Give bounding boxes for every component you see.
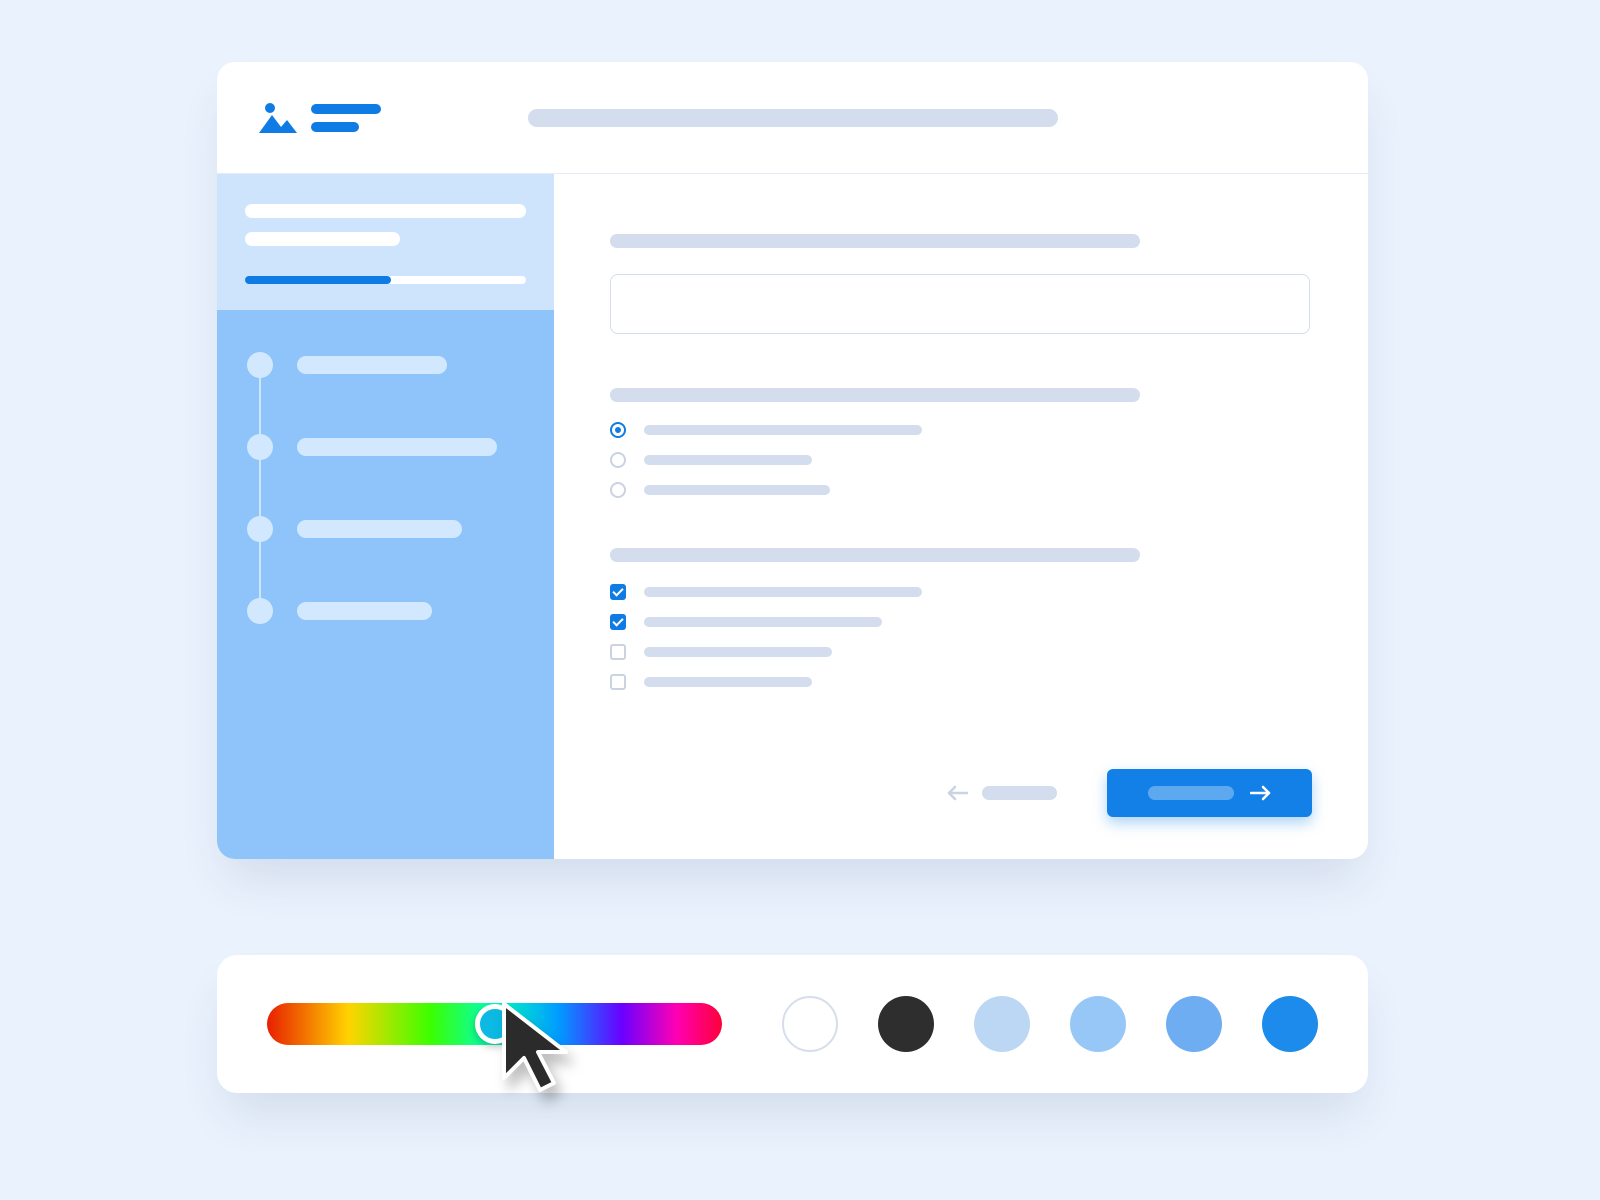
option-label-placeholder [644, 485, 830, 495]
wizard-sidebar [217, 174, 554, 859]
color-swatches [782, 996, 1318, 1052]
color-swatch[interactable] [1070, 996, 1126, 1052]
app-logo[interactable] [257, 101, 381, 135]
step-dot [247, 434, 273, 460]
step-dot [247, 598, 273, 624]
field-label-placeholder [610, 234, 1140, 248]
radio-option[interactable] [610, 482, 1312, 498]
option-label-placeholder [644, 455, 812, 465]
step-label-placeholder [297, 356, 447, 374]
checkbox-option[interactable] [610, 614, 1312, 630]
sidebar-title-placeholder [245, 204, 526, 218]
option-label-placeholder [644, 425, 922, 435]
color-swatch[interactable] [974, 996, 1030, 1052]
option-label-placeholder [644, 587, 922, 597]
checkbox-indicator [610, 674, 626, 690]
progress-bar [245, 276, 526, 284]
color-swatch[interactable] [878, 996, 934, 1052]
step-label-placeholder [297, 520, 462, 538]
radio-indicator [610, 452, 626, 468]
app-header [217, 62, 1368, 174]
color-swatch[interactable] [1262, 996, 1318, 1052]
arrow-left-icon [946, 784, 968, 802]
color-picker-panel [217, 955, 1368, 1093]
wizard-step[interactable] [247, 434, 524, 460]
step-label-placeholder [297, 438, 497, 456]
sidebar-subtitle-placeholder [245, 232, 400, 246]
sidebar-header [217, 174, 554, 310]
field-label-placeholder [610, 388, 1140, 402]
checkbox-indicator [610, 644, 626, 660]
color-swatch[interactable] [1166, 996, 1222, 1052]
checkbox-indicator [610, 584, 626, 600]
image-icon [257, 101, 297, 135]
next-button[interactable] [1107, 769, 1312, 817]
search-input[interactable] [528, 109, 1058, 127]
app-title-placeholder [311, 104, 381, 132]
hue-slider-handle[interactable] [475, 1004, 515, 1044]
step-label-placeholder [297, 602, 432, 620]
radio-option[interactable] [610, 452, 1312, 468]
radio-indicator [610, 482, 626, 498]
field-label-placeholder [610, 548, 1140, 562]
checkbox-option[interactable] [610, 644, 1312, 660]
text-input[interactable] [610, 274, 1310, 334]
wizard-step[interactable] [247, 352, 524, 378]
step-dot [247, 516, 273, 542]
option-label-placeholder [644, 617, 882, 627]
wizard-step[interactable] [247, 598, 524, 624]
checkbox-option[interactable] [610, 584, 1312, 600]
option-label-placeholder [644, 677, 812, 687]
wizard-step[interactable] [247, 516, 524, 542]
checkbox-indicator [610, 614, 626, 630]
wizard-content [554, 174, 1368, 859]
next-label-placeholder [1148, 786, 1234, 800]
back-label-placeholder [982, 786, 1057, 800]
step-connector-line [259, 366, 261, 610]
option-label-placeholder [644, 647, 832, 657]
wizard-steps [217, 310, 554, 666]
color-swatch[interactable] [782, 996, 838, 1052]
arrow-right-icon [1250, 784, 1272, 802]
back-button[interactable] [946, 784, 1057, 802]
checkbox-option[interactable] [610, 674, 1312, 690]
step-dot [247, 352, 273, 378]
setup-wizard-card [217, 62, 1368, 859]
radio-indicator [610, 422, 626, 438]
hue-slider[interactable] [267, 1003, 722, 1045]
radio-option[interactable] [610, 422, 1312, 438]
wizard-nav [946, 769, 1312, 817]
